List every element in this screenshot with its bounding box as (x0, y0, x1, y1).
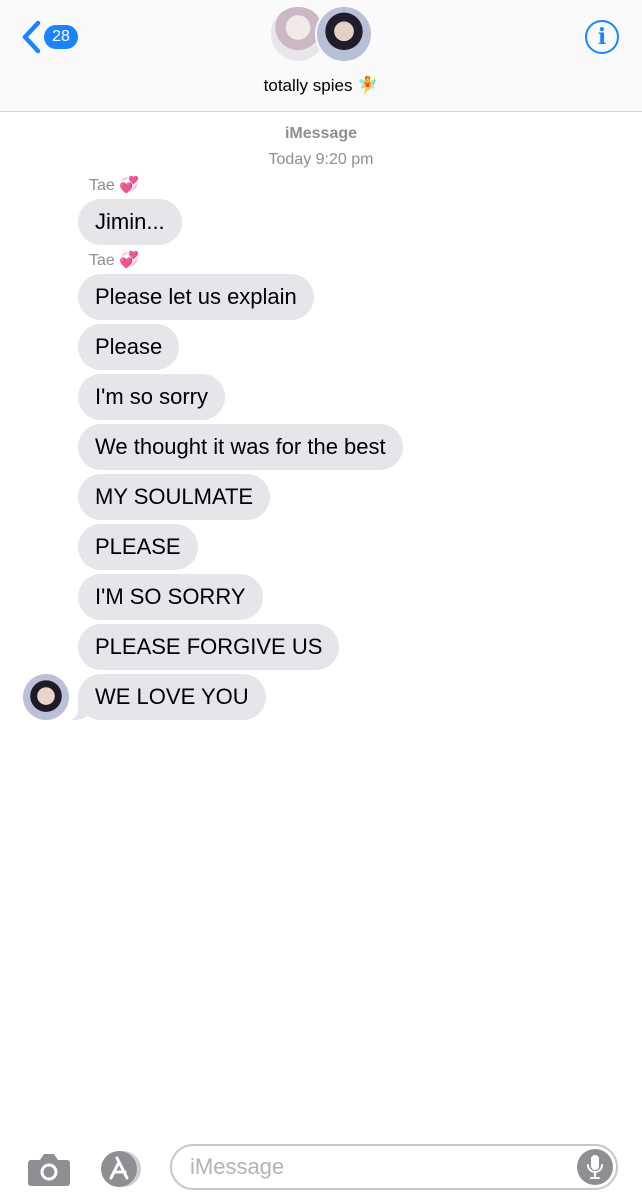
message-bubble[interactable]: WE LOVE YOU (68, 674, 266, 720)
group-title[interactable]: totally spies 🧚 (0, 76, 642, 96)
message-bubble[interactable]: Please (78, 324, 180, 370)
apps-button[interactable] (97, 1150, 149, 1193)
back-button[interactable]: 28 (20, 18, 78, 56)
sender-avatar[interactable] (23, 674, 69, 720)
microphone-button[interactable] (577, 1149, 613, 1185)
group-avatars[interactable] (269, 5, 375, 63)
sender-name: Tae 💞 (89, 252, 140, 269)
message-bubble[interactable]: I'm so sorry (78, 374, 225, 420)
group-member-avatar (315, 5, 373, 63)
camera-button[interactable] (27, 1150, 71, 1193)
message-timestamp: Today 9:20 pm (268, 151, 374, 168)
microphone-icon (587, 1155, 603, 1179)
message-bubble[interactable]: PLEASE FORGIVE US (78, 624, 340, 670)
message-input-container (170, 1144, 618, 1190)
messages-screen: 28 totally spies 🧚 i iMessage Today 9:20… (0, 0, 642, 1200)
chevron-left-icon (22, 20, 41, 54)
message-bubble[interactable]: PLEASE (78, 524, 198, 570)
service-label: iMessage (284, 125, 358, 142)
conversation-header: 28 totally spies 🧚 i (0, 0, 642, 112)
message-bubble[interactable]: We thought it was for the best (78, 424, 403, 470)
message-bubble[interactable]: MY SOULMATE (78, 474, 271, 520)
info-icon: i (597, 24, 607, 50)
camera-icon (28, 1154, 70, 1186)
message-input[interactable] (190, 1146, 570, 1188)
app-store-icon (101, 1151, 141, 1187)
unread-count-badge: 28 (44, 25, 78, 49)
message-bubble[interactable]: Please let us explain (78, 274, 314, 320)
sender-name: Tae 💞 (89, 177, 140, 194)
compose-bar (0, 1138, 642, 1200)
message-bubble[interactable]: I'M SO SORRY (78, 574, 263, 620)
message-bubble[interactable]: Jimin... (78, 199, 182, 245)
info-button[interactable]: i (585, 20, 619, 54)
